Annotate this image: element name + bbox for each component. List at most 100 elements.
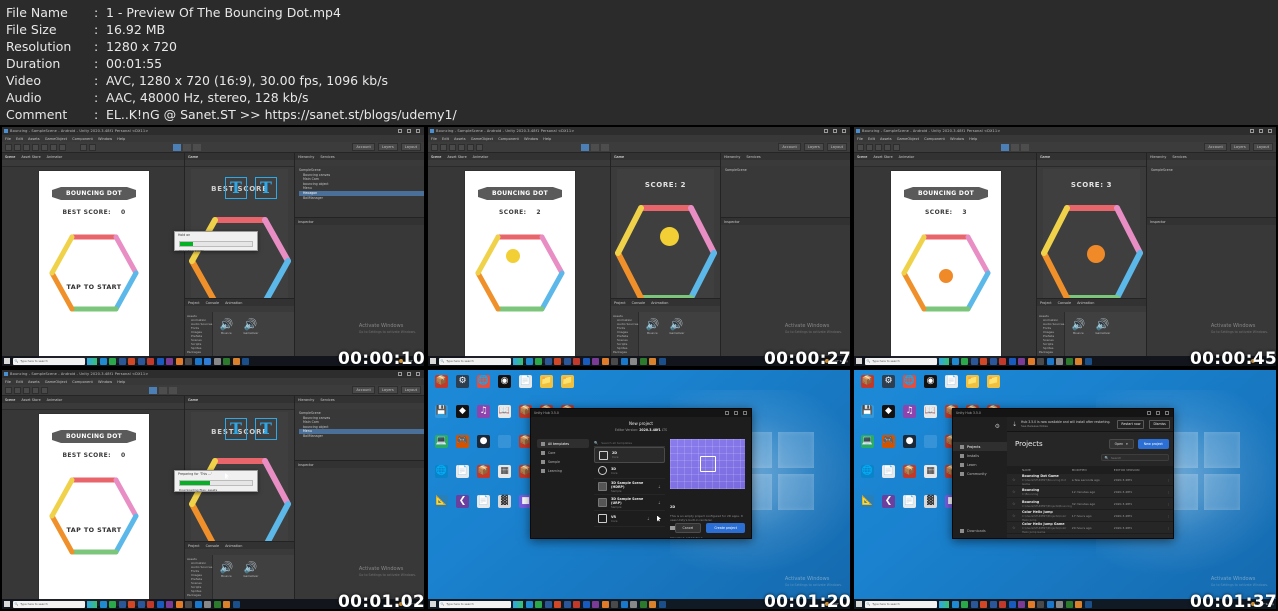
window-controls[interactable]	[824, 129, 850, 133]
hierarchy-item[interactable]: SampleScene	[1151, 168, 1276, 173]
tab-project[interactable]: Project	[188, 544, 200, 548]
tab-asset-store[interactable]: Asset Store	[447, 155, 466, 159]
taskbar-icon-excel[interactable]	[213, 600, 221, 608]
account-dropdown[interactable]: Account	[1204, 143, 1227, 151]
taskbar-icon-adobe[interactable]	[999, 600, 1006, 608]
taskbar-icon-outlook[interactable]	[989, 357, 997, 365]
taskbar-icon-adobe[interactable]	[999, 357, 1006, 365]
row-menu-icon[interactable]: ⋮	[1154, 526, 1170, 530]
desktop-icon[interactable]: 📄	[878, 463, 899, 493]
menu-assets[interactable]: Assets	[28, 137, 40, 141]
hierarchy-list[interactable]: SampleScene	[721, 166, 850, 173]
taskbar-icon-misc[interactable]	[204, 600, 211, 608]
thumbnail-3[interactable]: Bouncing - SampleScene - Android - Unity…	[852, 125, 1278, 368]
taskbar-icon-misc[interactable]	[630, 600, 637, 608]
desktop-icon[interactable]: ▓	[920, 493, 941, 523]
game-view[interactable]: BEST SCORE T T Project Console Animation…	[185, 410, 294, 599]
desktop-icon[interactable]: 🌐	[857, 463, 878, 493]
tab-asset-store[interactable]: Asset Store	[21, 155, 40, 159]
desktop-icon[interactable]: 📄	[899, 493, 920, 523]
star-icon[interactable]: ☆	[1012, 513, 1022, 518]
scene-canvas[interactable]: BOUNCING DOT SCORE: 3	[854, 167, 1036, 363]
star-icon[interactable]: ☆	[1012, 501, 1022, 506]
new-project-dialog[interactable]: Unity Hub 3.5.0 New project Editor Versi…	[530, 408, 752, 539]
menu-component[interactable]: Component	[72, 137, 93, 141]
game-toolbar[interactable]	[185, 403, 294, 410]
taskbar-icon-outlook[interactable]	[989, 600, 997, 608]
game-panel[interactable]: Game SCORE: 3 Project Console Animation …	[1037, 153, 1147, 356]
sidebar-item-community[interactable]: Community	[953, 469, 1007, 478]
inspector-tabs[interactable]: Inspector	[295, 218, 424, 225]
taskbar-icon-app[interactable]	[166, 357, 173, 365]
playback-controls[interactable]	[580, 143, 609, 151]
tab-services[interactable]: Services	[320, 155, 334, 159]
transform-tool-icon[interactable]	[476, 143, 483, 151]
taskbar-icon-edge[interactable]	[525, 357, 533, 365]
project-panel-tabs[interactable]: Project Console Animation	[1037, 299, 1146, 306]
rect-tool-icon[interactable]	[893, 143, 900, 151]
transform-tool-icon[interactable]	[50, 143, 57, 151]
pause-button[interactable]	[158, 386, 167, 394]
star-icon[interactable]: ☆	[1012, 477, 1022, 482]
project-panel[interactable]: Project Console Animation Assets Animati…	[185, 298, 294, 356]
unity-menubar[interactable]: File Edit Assets GameObject Component Wi…	[428, 135, 850, 142]
desktop-icon[interactable]: 📐	[431, 493, 452, 523]
taskbar-icon-adobe[interactable]	[147, 600, 154, 608]
desktop-icon[interactable]: 🎮	[878, 433, 899, 463]
game-toolbar[interactable]	[611, 160, 720, 167]
dismiss-button[interactable]: Dismiss	[1149, 419, 1170, 429]
desktop-icon[interactable]: ❮	[878, 493, 899, 523]
desktop-icon[interactable]: ▦	[920, 463, 941, 493]
desktop-icon[interactable]: 📦	[899, 463, 920, 493]
rotate-tool-icon[interactable]	[875, 143, 882, 151]
asset-item[interactable]: 🔊 GameOver	[669, 318, 684, 356]
desktop-icon[interactable]: 🎮	[452, 433, 473, 463]
step-button[interactable]	[168, 386, 177, 394]
tab-inspector[interactable]: Inspector	[298, 220, 314, 224]
desktop-icon[interactable]: 📦	[431, 373, 452, 403]
pause-button[interactable]	[1010, 143, 1019, 151]
desktop-icon[interactable]: 💾	[857, 403, 878, 433]
taskbar-icon-app[interactable]	[592, 357, 599, 365]
table-row[interactable]: ☆ Bouncing Dot Game C:\Users\STUDENT\Bou…	[1007, 474, 1173, 486]
taskbar-icon-office[interactable]	[1008, 357, 1016, 365]
taskbar-icon-app[interactable]	[592, 600, 599, 608]
account-dropdown[interactable]: Account	[778, 143, 801, 151]
taskbar-icon-unity[interactable]	[1037, 357, 1044, 365]
menu-window[interactable]: Window	[98, 137, 112, 141]
thumbnail-5[interactable]: 📦 ⚙ 🌐 ◉ 📄 📁 📁 💾 ◆ ♫ 📖 📦 📦 📦 💻	[426, 368, 852, 611]
row-menu-icon[interactable]: ⋮	[1154, 514, 1170, 518]
rect-tool-icon[interactable]	[41, 386, 48, 394]
game-view[interactable]: SCORE: 3 Project Console Animation Asset…	[1037, 167, 1146, 356]
hand-tool-icon[interactable]	[5, 143, 12, 151]
asset-item[interactable]: 🔊 Bounce	[219, 561, 234, 599]
window-controls[interactable]	[725, 411, 751, 415]
tab-services[interactable]: Services	[320, 398, 334, 402]
hierarchy-item[interactable]: BallManager	[299, 434, 424, 439]
rect-tool-icon[interactable]	[41, 143, 48, 151]
taskbar-icon-outlook[interactable]	[137, 600, 145, 608]
hierarchy-panel[interactable]: Hierarchy Services SampleScene Bouncing …	[295, 153, 424, 215]
taskbar-icon-vs[interactable]	[1046, 600, 1054, 608]
taskbar-icon-folder[interactable]	[649, 600, 656, 608]
download-icon[interactable]: ⇣	[658, 484, 661, 489]
hierarchy-list[interactable]: SampleScene Bouncing canvas Main Cam bou…	[295, 166, 424, 200]
tab-services[interactable]: Services	[1172, 155, 1186, 159]
menu-help[interactable]: Help	[117, 137, 125, 141]
game-panel-tabs[interactable]: Game	[185, 396, 294, 403]
tab-inspector[interactable]: Inspector	[298, 463, 314, 467]
sidebar-item-installs[interactable]: Installs	[953, 451, 1007, 460]
toolbar-right-group[interactable]: Account Layers Layout	[778, 143, 847, 151]
taskbar-icon-excel[interactable]	[1065, 600, 1073, 608]
text-object-box-2[interactable]: T	[255, 177, 277, 199]
game-panel[interactable]: Game BEST SCORE T T Project Console Anim…	[185, 153, 295, 356]
template-list[interactable]: 🔍 Search all templates 2D Core 3D Core 3…	[594, 439, 665, 527]
playback-controls[interactable]	[148, 386, 177, 394]
taskbar-icon-vs[interactable]	[194, 600, 202, 608]
menu-gameobject[interactable]: GameObject	[45, 380, 67, 384]
menu-window[interactable]: Window	[98, 380, 112, 384]
taskbar-icon-powerpoint[interactable]	[128, 600, 135, 608]
row-menu-icon[interactable]: ⋮	[1154, 490, 1170, 494]
update-notice-banner[interactable]: ⇣ Hub 3.5.0 is now available and will in…	[1007, 417, 1173, 432]
taskbar-icon-explorer[interactable]	[535, 357, 542, 365]
